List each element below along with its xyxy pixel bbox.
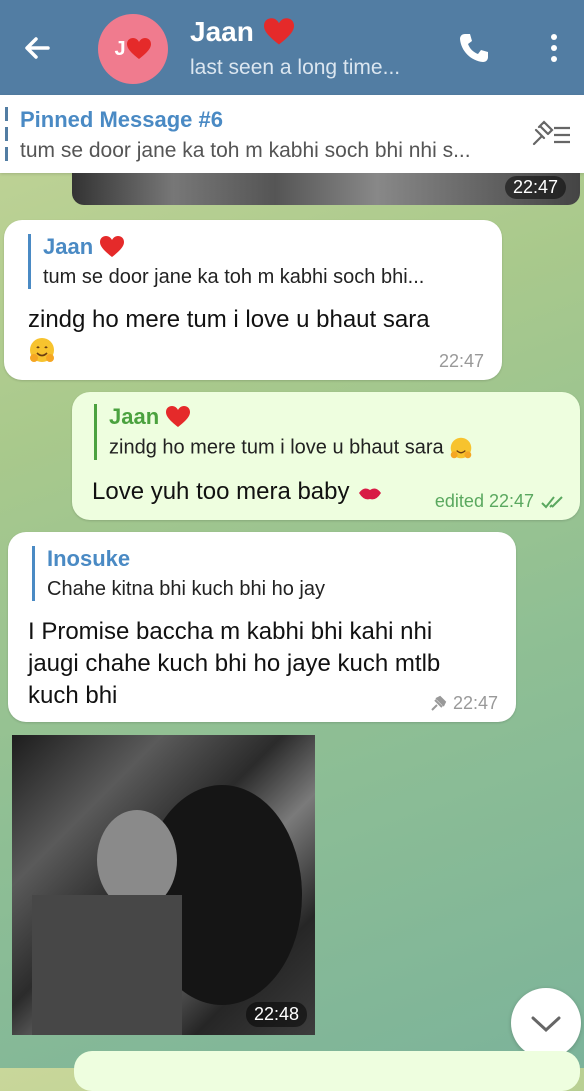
message-bubble-incoming[interactable]: Inosuke Chahe kitna bhi kuch bhi ho jay … (8, 532, 516, 722)
reply-text: Chahe kitna bhi kuch bhi ho jay (47, 578, 325, 600)
message-time: edited 22:47 (434, 491, 534, 511)
unpin-list-icon[interactable] (530, 118, 572, 150)
chevron-down-icon (531, 1016, 561, 1033)
message-time: 22:47 (504, 176, 566, 199)
heart-icon (263, 18, 294, 45)
message-text: zindg ho mere tum i love u bhaut sara (28, 304, 430, 373)
photo-message-partial[interactable]: 22:47 (72, 173, 580, 205)
reply-author: Jaan (43, 234, 94, 259)
photo-message[interactable]: 22:48 (12, 735, 315, 1035)
avatar[interactable]: J (98, 14, 168, 84)
message-line: I Promise baccha m kabhi bhi kahi nhi (28, 618, 433, 645)
pinned-text: tum se door jane ka toh m kabhi soch bhi… (20, 139, 471, 162)
message-bubble-outgoing-partial[interactable] (74, 1051, 580, 1091)
hugging-face-emoji-icon (30, 338, 54, 362)
reply-text: tum se door jane ka toh m kabhi soch bhi… (43, 266, 425, 288)
pinned-title: Pinned Message #6 (20, 107, 223, 132)
pinned-indicator (5, 107, 8, 163)
heart-icon (126, 38, 151, 59)
phone-icon[interactable] (456, 30, 492, 66)
reply-quote[interactable]: Jaan zindg ho mere tum i love u bhaut sa… (94, 404, 473, 460)
heart-icon (166, 406, 191, 427)
message-time: 22:47 (438, 351, 484, 371)
chat-header: J Jaan last seen a long time... (0, 0, 584, 95)
message-bubble-incoming[interactable]: Jaan tum se door jane ka toh m kabhi soc… (4, 220, 502, 380)
message-text: I Promise baccha m kabhi bhi kahi nhi ja… (28, 616, 440, 712)
message-line: jaugi chahe kuch bhi ho jaye kuch mtlb (28, 650, 441, 677)
reply-quote[interactable]: Jaan tum se door jane ka toh m kabhi soc… (28, 234, 424, 289)
more-vert-icon[interactable] (544, 30, 564, 66)
reply-author: Inosuke (47, 546, 131, 571)
reply-author: Jaan (109, 404, 160, 429)
double-check-icon (541, 495, 563, 508)
scroll-down-button[interactable] (511, 988, 581, 1058)
hugging-face-emoji-icon (450, 437, 472, 459)
message-time: 22:47 (452, 693, 498, 713)
photo-content (32, 785, 302, 1035)
message-bubble-outgoing[interactable]: Jaan zindg ho mere tum i love u bhaut sa… (72, 392, 580, 520)
last-seen-status: last seen a long time... (190, 56, 401, 79)
avatar-letter: J (114, 37, 126, 60)
pin-icon (431, 695, 447, 711)
reply-quote[interactable]: Inosuke Chahe kitna bhi kuch bhi ho jay (32, 546, 325, 601)
message-text-content: Love yuh too mera baby (92, 478, 350, 505)
chat-title-text: Jaan (190, 16, 254, 47)
pinned-message-bar[interactable]: Pinned Message #6 tum se door jane ka to… (0, 95, 584, 173)
reply-text: zindg ho mere tum i love u bhaut sara (109, 436, 444, 459)
back-arrow-icon[interactable] (18, 28, 58, 68)
message-line: kuch bhi (28, 682, 118, 709)
message-text: Love yuh too mera baby (92, 476, 384, 508)
message-time: 22:48 (245, 1002, 307, 1027)
heart-icon (100, 236, 125, 257)
message-text-content: zindg ho mere tum i love u bhaut sara (28, 306, 430, 333)
chat-title[interactable]: Jaan (190, 16, 296, 48)
kiss-lips-icon (359, 488, 382, 500)
